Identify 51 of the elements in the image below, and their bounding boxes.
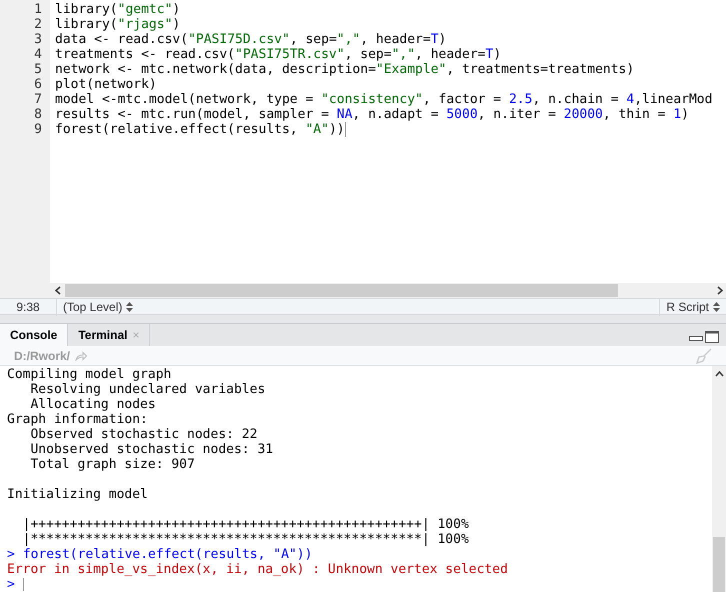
console-prompt: > <box>7 577 15 592</box>
line-number: 2 <box>33 17 43 32</box>
console-output: Initializing model <box>7 487 149 502</box>
pane-tab[interactable]: Console <box>0 324 68 346</box>
console-command: forest(relative.effect(results, "A")) <box>22 547 312 562</box>
scrollbar-thumb[interactable] <box>65 284 618 298</box>
console-output: |++++++++++++++++++++++++++++++++++++++++++++++++++| 100% <box>22 517 470 532</box>
text-cursor <box>22 578 24 591</box>
scroll-left-icon[interactable] <box>54 286 63 296</box>
console-output: |**************************************************| 100% <box>22 532 470 547</box>
horizontal-scrollbar[interactable] <box>0 283 726 298</box>
scroll-right-icon[interactable] <box>715 286 724 296</box>
vertical-scrollbar[interactable] <box>712 366 726 592</box>
line-number: 6 <box>33 77 43 92</box>
minimize-icon[interactable] <box>689 336 703 341</box>
sort-arrows-icon <box>713 302 720 312</box>
console-output: Compiling model graph <box>7 367 172 382</box>
line-number: 4 <box>33 47 43 62</box>
code-line: network <- mtc.network(data, description="Example", treatments=treatments) <box>55 62 636 77</box>
scroll-up-icon[interactable] <box>714 370 724 379</box>
console-prompt: > <box>7 547 15 562</box>
code-line: forest(relative.effect(results, "A")) <box>55 122 347 137</box>
scope-selector[interactable]: (Top Level) <box>57 298 140 316</box>
scrollbar-thumb[interactable] <box>713 537 725 592</box>
line-number: 1 <box>33 2 43 17</box>
console-output: Resolving undeclared variables <box>29 382 266 397</box>
code-line: results <- mtc.run(model, sampler = NA, n.adapt = 5000, n.iter = 20000, thin = 1) <box>55 107 690 122</box>
console-output: Observed stochastic nodes: 22 <box>29 427 258 442</box>
console-output: Allocating nodes <box>29 397 157 412</box>
console-output: Unobserved stochastic nodes: 31 <box>29 442 274 457</box>
code-line: library("rjags") <box>55 17 182 32</box>
sort-arrows-icon <box>126 302 134 312</box>
arrow-icon[interactable] <box>75 350 88 360</box>
cursor-position: 9:38 <box>0 298 57 316</box>
maximize-icon[interactable] <box>705 331 719 343</box>
line-number: 5 <box>33 62 43 77</box>
text-cursor <box>344 122 346 137</box>
broom-icon[interactable] <box>696 348 712 364</box>
console-output: Graph information: <box>7 412 149 427</box>
error-message: Error in simple_vs_index(x, ii, na_ok) : Unknown vertex selected <box>7 562 509 577</box>
console-output: Total graph size: 907 <box>29 457 196 472</box>
line-number: 3 <box>33 32 43 47</box>
file-type-selector[interactable]: R Script <box>659 298 726 316</box>
code-line: data <- read.csv("PASI75D.csv", sep=",", header=T) <box>55 32 448 47</box>
line-number: 8 <box>33 107 43 122</box>
code-line: model <-mtc.model(network, type = "consistency", factor = 2.5, n.chain = 4,linearMod <box>55 92 714 107</box>
code-line: library("gemtc") <box>55 2 182 17</box>
code-line: treatments <- read.csv("PASI75TR.csv", sep=",", header=T) <box>55 47 502 62</box>
line-number: 9 <box>33 122 43 137</box>
line-number: 7 <box>33 92 43 107</box>
code-line: plot(network) <box>55 77 158 92</box>
